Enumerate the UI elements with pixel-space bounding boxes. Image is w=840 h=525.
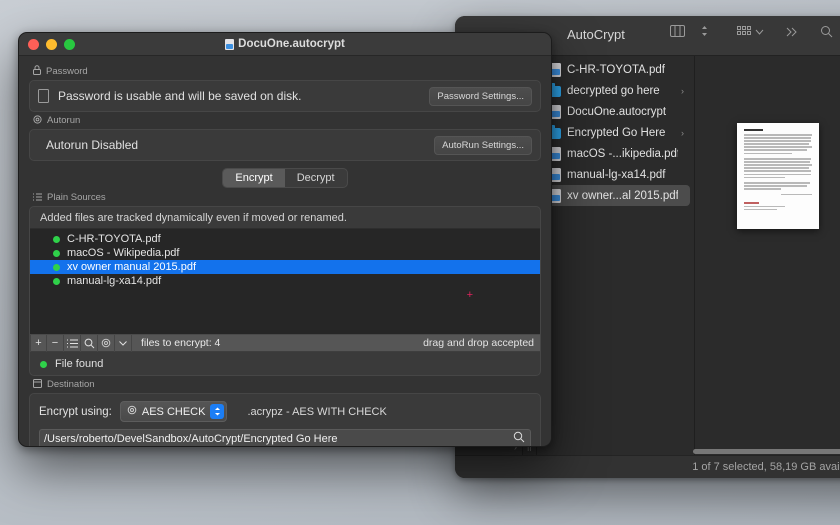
finder-file-row[interactable]: Encrypted Go Here › — [541, 122, 690, 143]
drop-crosshair-marker: + — [467, 290, 473, 301]
autorun-settings-button[interactable]: AutoRun Settings... — [434, 136, 532, 155]
finder-file-name: C-HR-TOYOTA.pdf — [567, 64, 678, 76]
finder-file-row[interactable]: xv owner...al 2015.pdf — [541, 185, 690, 206]
plain-sources-hint: Added files are tracked dynamically even… — [30, 207, 540, 228]
gear-icon-list[interactable] — [98, 335, 115, 352]
plain-source-row[interactable]: C-HR-TOYOTA.pdf — [30, 232, 540, 246]
plain-source-row[interactable]: manual-lg-xa14.pdf — [30, 274, 540, 288]
dialog-titlebar[interactable]: DocuOne.autocrypt — [19, 33, 551, 56]
finder-view-controls[interactable] — [670, 25, 708, 37]
scrollbar-thumb-horizontal[interactable] — [693, 449, 840, 454]
finder-column-files[interactable]: C-HR-TOYOTA.pdf decrypted go here ›DocuOne… — [537, 56, 695, 455]
finder-file-name: decrypted go here — [567, 85, 675, 97]
search-icon-list[interactable] — [81, 335, 98, 352]
finder-status-bar: 1 of 7 selected, 58,19 GB available — [455, 455, 840, 478]
lock-icon — [33, 65, 41, 77]
finder-window-title: AutoCrypt — [567, 27, 625, 42]
finder-file-row[interactable]: macOS -...ikipedia.pdf — [541, 143, 690, 164]
gear-icon — [33, 115, 42, 126]
plain-source-name: manual-lg-xa14.pdf — [67, 275, 161, 287]
autorun-label-text: Autorun — [47, 115, 80, 126]
destination-section-label: Destination — [33, 379, 541, 390]
password-status-text: Password is usable and will be saved on … — [58, 89, 420, 103]
cipher-value: AES CHECK — [142, 406, 206, 418]
password-panel: Password is usable and will be saved on … — [29, 80, 541, 112]
autorun-section-label: Autorun — [33, 115, 541, 126]
destination-path-value: /Users/roberto/DevelSandbox/AutoCrypt/En… — [44, 433, 510, 445]
autocrypt-dialog[interactable]: DocuOne.autocrypt Password Password is u… — [18, 32, 552, 447]
finder-file-name: DocuOne.autocrypt — [567, 106, 678, 118]
search-icon[interactable] — [820, 25, 833, 38]
finder-file-row[interactable]: decrypted go here › — [541, 80, 690, 101]
finder-file-row[interactable]: DocuOne.autocrypt — [541, 101, 690, 122]
group-by-icon[interactable] — [737, 26, 751, 38]
destination-label-text: Destination — [47, 379, 95, 390]
dialog-title-text: DocuOne.autocrypt — [238, 38, 345, 50]
file-found-label: File found — [55, 358, 103, 370]
status-dot-icon — [53, 236, 60, 243]
plain-sources-label-text: Plain Sources — [47, 192, 106, 203]
destination-path-field[interactable]: /Users/roberto/DevelSandbox/AutoCrypt/En… — [39, 429, 531, 447]
plain-sources-file-list[interactable]: C-HR-TOYOTA.pdf macOS - Wikipedia.pdf xv o… — [30, 228, 540, 335]
plain-sources-toolbar[interactable]: + − files to encrypt: 4 drag and drop ac… — [30, 335, 540, 352]
finder-status-text: 1 of 7 selected, 58,19 GB available — [692, 461, 840, 473]
pdf-preview-thumbnail — [737, 123, 819, 229]
mode-tabs[interactable]: Encrypt Decrypt — [29, 168, 541, 188]
document-icon-password — [38, 89, 49, 103]
gear-icon-cipher — [127, 405, 137, 418]
password-settings-button[interactable]: Password Settings... — [429, 87, 532, 106]
finder-file-row[interactable]: manual-lg-xa14.pdf — [541, 164, 690, 185]
status-dot-icon — [53, 250, 60, 257]
dialog-title: DocuOne.autocrypt — [19, 38, 551, 50]
cipher-select[interactable]: AES CHECK — [120, 401, 228, 422]
status-dot-icon — [40, 361, 47, 368]
encrypt-using-label: Encrypt using: — [39, 406, 112, 418]
finder-file-name: manual-lg-xa14.pdf — [567, 169, 678, 181]
finder-file-row[interactable]: C-HR-TOYOTA.pdf — [541, 59, 690, 80]
list-icon[interactable] — [64, 335, 81, 352]
add-icon[interactable]: + — [30, 335, 47, 352]
chevron-right-icon: › — [681, 86, 684, 96]
plain-sources-section-label: Plain Sources — [33, 192, 541, 203]
plain-source-name: xv owner manual 2015.pdf — [67, 261, 196, 273]
plain-source-name: C-HR-TOYOTA.pdf — [67, 233, 161, 245]
destination-icon — [33, 379, 42, 390]
plain-source-name: macOS - Wikipedia.pdf — [67, 247, 179, 259]
autorun-panel: Autorun Disabled AutoRun Settings... — [29, 129, 541, 161]
chevron-down-icon[interactable] — [755, 29, 764, 35]
status-dot-icon — [53, 264, 60, 271]
files-to-encrypt-count: files to encrypt: 4 — [141, 337, 220, 349]
drag-drop-hint: drag and drop accepted — [423, 337, 534, 349]
plain-source-row[interactable]: macOS - Wikipedia.pdf — [30, 246, 540, 260]
plain-source-row[interactable]: xv owner manual 2015.pdf — [30, 260, 540, 274]
finder-toolbar-actions[interactable] — [737, 25, 833, 38]
chevron-updown-icon[interactable] — [210, 404, 224, 419]
remove-icon[interactable]: − — [47, 335, 64, 352]
autorun-status-text: Autorun Disabled — [46, 138, 434, 152]
destination-panel: Encrypt using: AES CHECK .acrypz - AES W… — [29, 393, 541, 447]
plain-sources-panel: Added files are tracked dynamically even… — [29, 206, 541, 376]
tab-encrypt[interactable]: Encrypt — [223, 169, 284, 187]
finder-file-name: xv owner...al 2015.pdf — [567, 190, 678, 202]
password-section-label: Password — [33, 65, 541, 77]
chevron-right-icon: › — [681, 128, 684, 138]
chevron-down-icon-list[interactable] — [115, 335, 132, 352]
password-label-text: Password — [46, 66, 88, 77]
tab-decrypt[interactable]: Decrypt — [285, 169, 347, 187]
finder-column-preview — [695, 56, 840, 455]
columns-view-icon[interactable] — [670, 25, 685, 37]
finder-file-name: Encrypted Go Here — [567, 127, 675, 139]
list-icon — [33, 193, 42, 203]
file-found-legend: File found — [30, 352, 540, 375]
document-icon — [225, 39, 234, 50]
more-icon[interactable] — [786, 27, 798, 37]
search-icon-path[interactable] — [510, 431, 528, 446]
status-dot-icon — [53, 278, 60, 285]
finder-file-name: macOS -...ikipedia.pdf — [567, 148, 678, 160]
extension-note: .acrypz - AES WITH CHECK — [247, 406, 386, 418]
view-stepper-icon[interactable] — [701, 25, 708, 37]
